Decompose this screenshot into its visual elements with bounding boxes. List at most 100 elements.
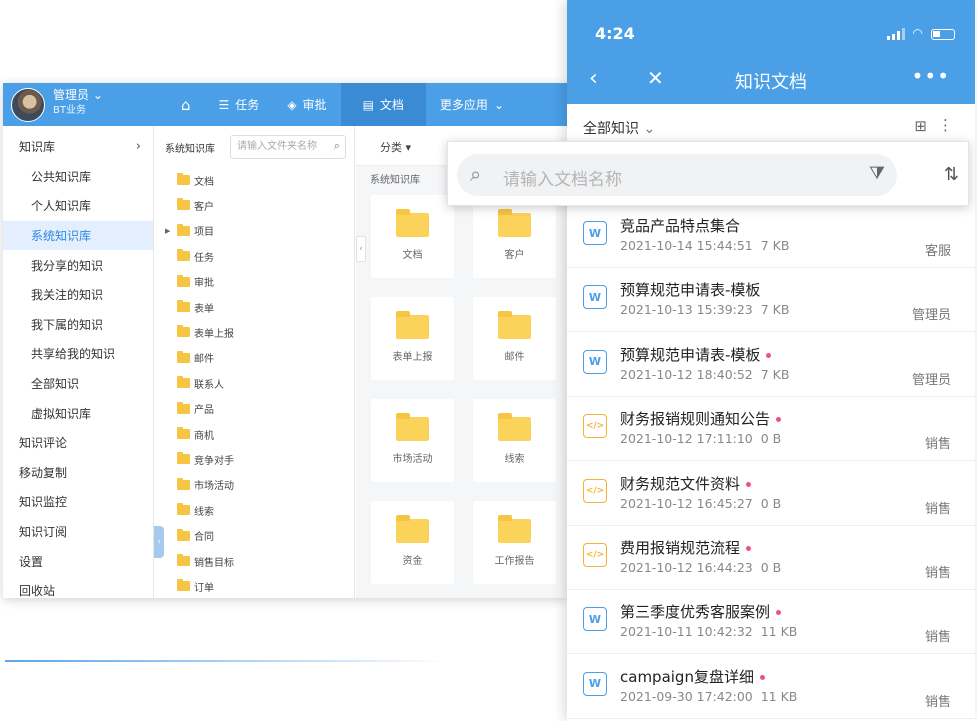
nav-more-apps[interactable]: 更多应用 ⌄ [426,83,518,126]
document-row[interactable]: </> 财务规范文件资料 2021-10-12 16:45:27 0 B 销售 [567,461,975,526]
category-dropdown[interactable]: 分类 ▾ [380,139,411,155]
document-row[interactable]: W 第三季度优秀客服案例 2021-10-11 10:42:32 11 KB 销售 [567,590,975,655]
tree-node[interactable]: ▶ 项目 [165,223,214,238]
filter-icon[interactable]: ⧩ [869,163,885,184]
document-row[interactable]: W 预算规范申请表-模板 2021-10-13 15:39:23 7 KB 管理员 [567,268,975,333]
new-indicator-dot [776,417,782,423]
folder-tile[interactable]: 邮件 [473,297,556,380]
home-icon: ⌂ [181,95,191,114]
tree-node[interactable]: 联系人 [165,376,224,391]
folder-tile[interactable]: 工作报告 [473,501,556,584]
sidebar-item-monitor[interactable]: 知识监控 [3,487,153,517]
user-menu[interactable]: 管理员 ⌄ BT业务 [53,88,103,118]
tree-node[interactable]: 表单 [165,300,214,315]
mobile-header: 4:24 ◠ ‹ ✕ 知识文档 ••• [567,0,975,104]
tree-node[interactable]: 线索 [165,503,214,518]
tree-node-label: 商机 [194,430,214,442]
folder-tile-label: 市场活动 [392,454,433,465]
tree-node-label: 产品 [194,405,214,417]
tree-node[interactable]: 商机 [165,427,214,442]
search-icon: ⌕ [333,139,340,152]
avatar[interactable] [11,88,45,122]
nav-docs[interactable]: ▤ 文档 [340,83,426,126]
sidebar-item-shared-to-me[interactable]: 共享给我的知识 [3,339,153,369]
sidebar-item-my-shared[interactable]: 我分享的知识 [3,250,153,280]
doc-search-input[interactable]: ⌕ 请输入文档名称 ⧩ [457,154,897,196]
sidebar-item-knowledge-base[interactable]: 知识库 › [3,132,153,162]
folder-icon [177,274,190,287]
folder-tile-label: 资金 [402,556,423,567]
document-meta: 2021-10-12 17:11:10 0 B [620,431,781,446]
sort-icon[interactable]: ⇅ [944,164,959,185]
tree-node[interactable]: 邮件 [165,350,214,365]
sidebar-item-system[interactable]: 系统知识库 [3,220,153,251]
sidebar-item-public[interactable]: 公共知识库 [3,162,153,192]
folder-tile[interactable]: 表单上报 [371,297,454,380]
document-meta: 2021-10-14 15:44:51 7 KB [620,238,789,253]
caret-right-icon: ▶ [165,226,171,235]
sidebar-item-personal[interactable]: 个人知识库 [3,191,153,221]
vertical-more-icon[interactable]: ⋮ [938,116,953,134]
tree-node[interactable]: 市场活动 [165,477,234,492]
document-row[interactable]: W 竞品产品特点集合 2021-10-14 15:44:51 7 KB 客服 [567,204,975,268]
tree-node[interactable]: 任务 [165,249,214,264]
grid-view-icon[interactable]: ⊞ [914,117,927,135]
folder-tile[interactable]: 资金 [371,501,454,584]
sidebar-item-move-copy[interactable]: 移动复制 [3,458,153,488]
panel-collapse-button[interactable]: ‹ [356,236,366,262]
document-row[interactable]: </> 费用报销规范流程 2021-10-12 16:44:23 0 B 销售 [567,526,975,590]
tree-node[interactable]: 客户 [165,198,214,213]
tree-node[interactable]: 文档 [165,173,214,188]
folder-tile[interactable]: 客户 [473,195,556,278]
folder-tile[interactable]: 市场活动 [371,399,454,482]
doc-search-placeholder: 请输入文档名称 [503,170,622,190]
more-icon[interactable]: ••• [912,64,950,88]
document-meta: 2021-10-11 10:42:32 11 KB [620,624,797,639]
document-size: 0 B [760,560,782,575]
sidebar-item-settings[interactable]: 设置 [3,546,153,576]
nav-tasks[interactable]: ☰ 任务 [205,83,274,126]
nav-docs-label: 文档 [379,98,404,112]
sidebar-item-label: 知识订阅 [19,525,68,540]
sidebar-item-comments[interactable]: 知识评论 [3,428,153,458]
folder-tile-label: 表单上报 [392,352,433,363]
folder-icon [177,300,190,312]
folder-search-input[interactable]: 请输入文件夹名称 ⌕ [230,135,346,159]
sidebar-item-label: 知识评论 [19,436,68,451]
document-row[interactable]: </> 财务报销规则通知公告 2021-10-12 17:11:10 0 B 销售 [567,397,975,462]
nav-approval[interactable]: ◈ 审批 [273,83,340,126]
tree-node[interactable]: 竞争对手 [165,452,234,467]
filter-dropdown[interactable]: 全部知识 ⌄ [583,118,655,138]
tree-node[interactable]: 合同 [165,528,214,543]
sidebar-item-followed[interactable]: 我关注的知识 [3,280,153,310]
document-row[interactable]: W 预算规范申请表-模板 2021-10-12 18:40:52 7 KB 管理员 [567,332,975,397]
document-owner: 管理员 [911,372,951,388]
document-title: 预算规范申请表-模板 [620,345,761,364]
sidebar-item-subscribe[interactable]: 知识订阅 [3,517,153,547]
tree-node[interactable]: 表单上报 [165,325,234,340]
new-indicator-dot [759,674,765,680]
document-title-wrap: 财务报销规则通知公告 [620,408,782,429]
tree-node[interactable]: 订单 [165,579,214,594]
desktop-topbar: 管理员 ⌄ BT业务 ⌂ ☰ 任务 ◈ 审批 ▤ 文档 更多应用 ⌄ [3,83,568,126]
new-indicator-dot [776,610,782,616]
sidebar-item-all[interactable]: 全部知识 [3,369,153,399]
document-title-wrap: 财务规范文件资料 [620,473,752,494]
nav-home[interactable]: ⌂ [167,83,205,126]
document-title-wrap: 预算规范申请表-模板 [620,279,760,300]
folder-tile[interactable]: 线索 [473,399,556,482]
tree-node-label: 联系人 [194,379,224,391]
tree-node[interactable]: 审批 [165,274,214,289]
folder-icon [177,503,190,516]
tree-node[interactable]: 销售目标 [165,554,234,569]
sidebar-item-recycle[interactable]: 回收站 [3,576,153,598]
sidebar-item-virtual[interactable]: 虚拟知识库 [3,398,153,428]
sidebar-item-subordinates[interactable]: 我下属的知识 [3,310,153,340]
tree-node[interactable]: 产品 [165,401,214,417]
document-row[interactable]: Wcampaign复盘详细 2021-09-30 17:42:00 11 KB 销售 [567,654,975,719]
tree-node-label: 客户 [194,201,214,213]
user-org: BT业务 [53,105,86,116]
folder-tile[interactable]: 文档 [371,195,454,278]
